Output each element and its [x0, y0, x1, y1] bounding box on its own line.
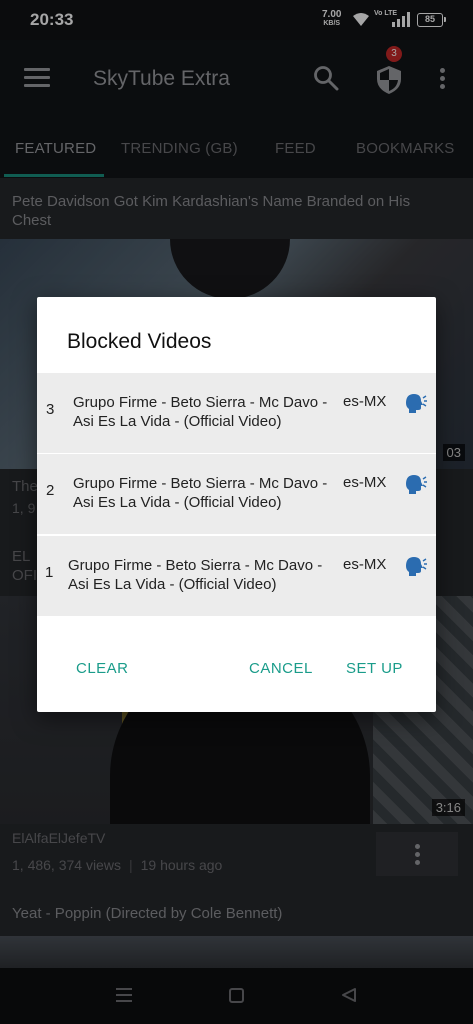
blocked-video-row[interactable]: 3 Grupo Firme - Beto Sierra - Mc Davo - … [37, 373, 436, 453]
row-index: 1 [45, 564, 54, 581]
row-title: Grupo Firme - Beto Sierra - Mc Davo - As… [68, 557, 323, 593]
speaking-head-icon [406, 394, 427, 413]
blocked-videos-dialog: Blocked Videos 3 Grupo Firme - Beto Sier… [37, 297, 436, 712]
row-language: es-MX [343, 393, 387, 410]
speaking-head-icon [406, 557, 427, 576]
speaking-head-icon [406, 475, 427, 494]
row-index: 3 [46, 401, 55, 418]
row-language: es-MX [343, 474, 387, 491]
row-language: es-MX [343, 556, 387, 573]
cancel-button[interactable]: CANCEL [249, 660, 313, 677]
clear-button[interactable]: CLEAR [76, 660, 129, 677]
row-title: Grupo Firme - Beto Sierra - Mc Davo - As… [73, 394, 328, 430]
screen: 20:33 7.00 KB/S Vo LTE 85 SkyTube Extra [0, 0, 473, 1024]
dialog-title: Blocked Videos [67, 330, 212, 353]
row-title: Grupo Firme - Beto Sierra - Mc Davo - As… [73, 475, 328, 511]
blocked-video-row[interactable]: 2 Grupo Firme - Beto Sierra - Mc Davo - … [37, 454, 436, 534]
blocked-video-row[interactable]: 1 Grupo Firme - Beto Sierra - Mc Davo - … [37, 536, 436, 616]
setup-button[interactable]: SET UP [346, 660, 403, 677]
row-index: 2 [46, 482, 55, 499]
